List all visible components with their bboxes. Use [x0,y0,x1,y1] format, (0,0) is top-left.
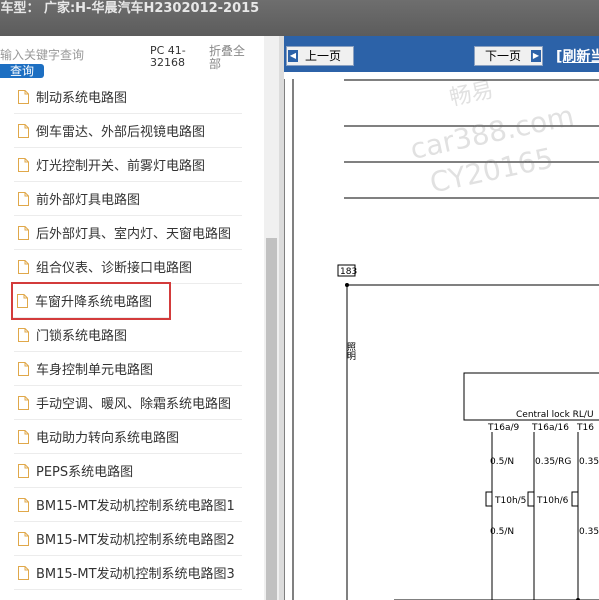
arrow-left-icon: ◀ [288,50,298,62]
document-list-item-label: 组合仪表、诊断接口电路图 [36,261,193,276]
sidebar-scrollbar[interactable] [264,36,279,600]
vertical-label: 照明 [345,342,356,361]
wire-label: 0.35 [579,457,599,467]
refresh-link[interactable]: [刷新当 [556,46,599,66]
document-list-item-label: 门锁系统电路图 [36,329,128,344]
document-list-item[interactable]: PEPS系统电路图 [14,454,242,488]
pin-label: T16 [576,423,594,433]
document-list-item-label: 电动助力转向系统电路图 [36,431,180,446]
document-list-item[interactable]: 灯光控制开关、前雾灯电路图 [14,148,242,182]
search-input[interactable]: 输入关键字查询 [0,46,148,64]
pc-code: PC 41-32168 [150,44,186,69]
file-icon [18,158,29,172]
document-list-item[interactable]: 制动系统电路图 [14,80,242,114]
scrollbar-thumb[interactable] [266,238,277,600]
collapse-all-button[interactable]: 折叠全部 [209,45,253,71]
connector-label: T10h/5 [494,496,526,506]
document-list: 制动系统电路图倒车雷达、外部后视镜电路图 灯光控制开关、前雾灯电路图 前外部灯具电路… [0,80,244,590]
document-list-item[interactable]: BM15-MT发动机控制系统电路图3 [14,556,242,590]
file-icon [18,226,29,240]
junction-dot [345,283,349,287]
title-bar: j车型： 广家:H-华晨汽车H2302012-2015 [0,0,599,36]
next-page-button[interactable]: 下一页 ▶ [474,46,543,66]
prev-page-button[interactable]: ◀ 上一页 [286,46,354,66]
document-list-item[interactable]: 组合仪表、诊断接口电路图 [14,250,242,284]
document-list-item[interactable]: 手动空调、暖风、除霜系统电路图 [14,386,242,420]
document-list-item-label: BM15-MT发动机控制系统电路图3 [36,567,235,582]
wire-label: 0.35/RG [535,457,571,467]
file-icon [18,124,29,138]
pin-label: T16a/9 [487,423,519,433]
arrow-right-icon: ▶ [531,50,541,62]
file-icon [18,192,29,206]
file-icon [18,362,29,376]
file-icon [18,464,29,478]
sidebar: 输入关键字查询 查询 PC 41-32168 折叠全部 制动系统电路图倒车雷达、… [0,36,264,600]
next-page-label: 下一页 [485,49,522,63]
document-list-item-label: 手动空调、暖风、除霜系统电路图 [36,397,232,412]
document-list-item-label: 后外部灯具、室内灯、天窗电路图 [36,227,232,242]
document-list-item[interactable]: BM15-MT发动机控制系统电路图1 [14,488,242,522]
file-icon [18,566,29,580]
file-icon [18,532,29,546]
diagram-number: 183 [340,267,357,277]
document-list-item[interactable]: 车窗升降系统电路图 [11,282,171,320]
connector-label: T10h/6 [536,496,569,506]
document-list-item-label: 车身控制单元电路图 [36,363,154,378]
document-list-item[interactable]: 前外部灯具电路图 [14,182,242,216]
viewer-toolbar: ◀ 上一页 下一页 ▶ [刷新当 [284,36,599,72]
window-title: j车型： 广家:H-华晨汽车H2302012-2015 [0,1,260,16]
file-icon [18,260,29,274]
wire-label: 0.35 [579,527,599,537]
document-list-item[interactable]: BM15-MT发动机控制系统电路图2 [14,522,242,556]
document-list-item[interactable]: 倒车雷达、外部后视镜电路图 [14,114,242,148]
document-list-item[interactable]: 后外部灯具、室内灯、天窗电路图 [14,216,242,250]
component-label: Central lock RL/U [516,410,594,420]
document-list-item[interactable]: 门锁系统电路图 [14,318,242,352]
search-button[interactable]: 查询 [0,64,44,78]
file-icon [18,498,29,512]
diagram-viewer: ◀ 上一页 下一页 ▶ [刷新当 183 照明 Central lock RL/… [284,36,599,600]
file-icon [18,328,29,342]
document-list-item-label: BM15-MT发动机控制系统电路图2 [36,533,235,548]
document-list-item[interactable]: 车身控制单元电路图 [14,352,242,386]
document-list-item-label: 倒车雷达、外部后视镜电路图 [36,125,206,140]
prev-page-label: 上一页 [305,49,342,63]
document-list-item[interactable]: 电动助力转向系统电路图 [14,420,242,454]
wire-label: 0.5/N [490,527,514,537]
document-list-item-label: 前外部灯具电路图 [36,193,141,208]
document-list-item-label: 车窗升降系统电路图 [35,295,153,310]
file-icon [17,294,28,308]
document-list-item-label: 制动系统电路图 [36,91,128,106]
document-list-item-label: BM15-MT发动机控制系统电路图1 [36,499,235,514]
file-icon [18,430,29,444]
file-icon [18,90,29,104]
document-list-item-label: 灯光控制开关、前雾灯电路图 [36,159,206,174]
pin-label: T16a/16 [531,423,569,433]
document-list-item-label: PEPS系统电路图 [36,465,134,480]
file-icon [18,396,29,410]
wire-label: 0.5/N [490,457,514,467]
